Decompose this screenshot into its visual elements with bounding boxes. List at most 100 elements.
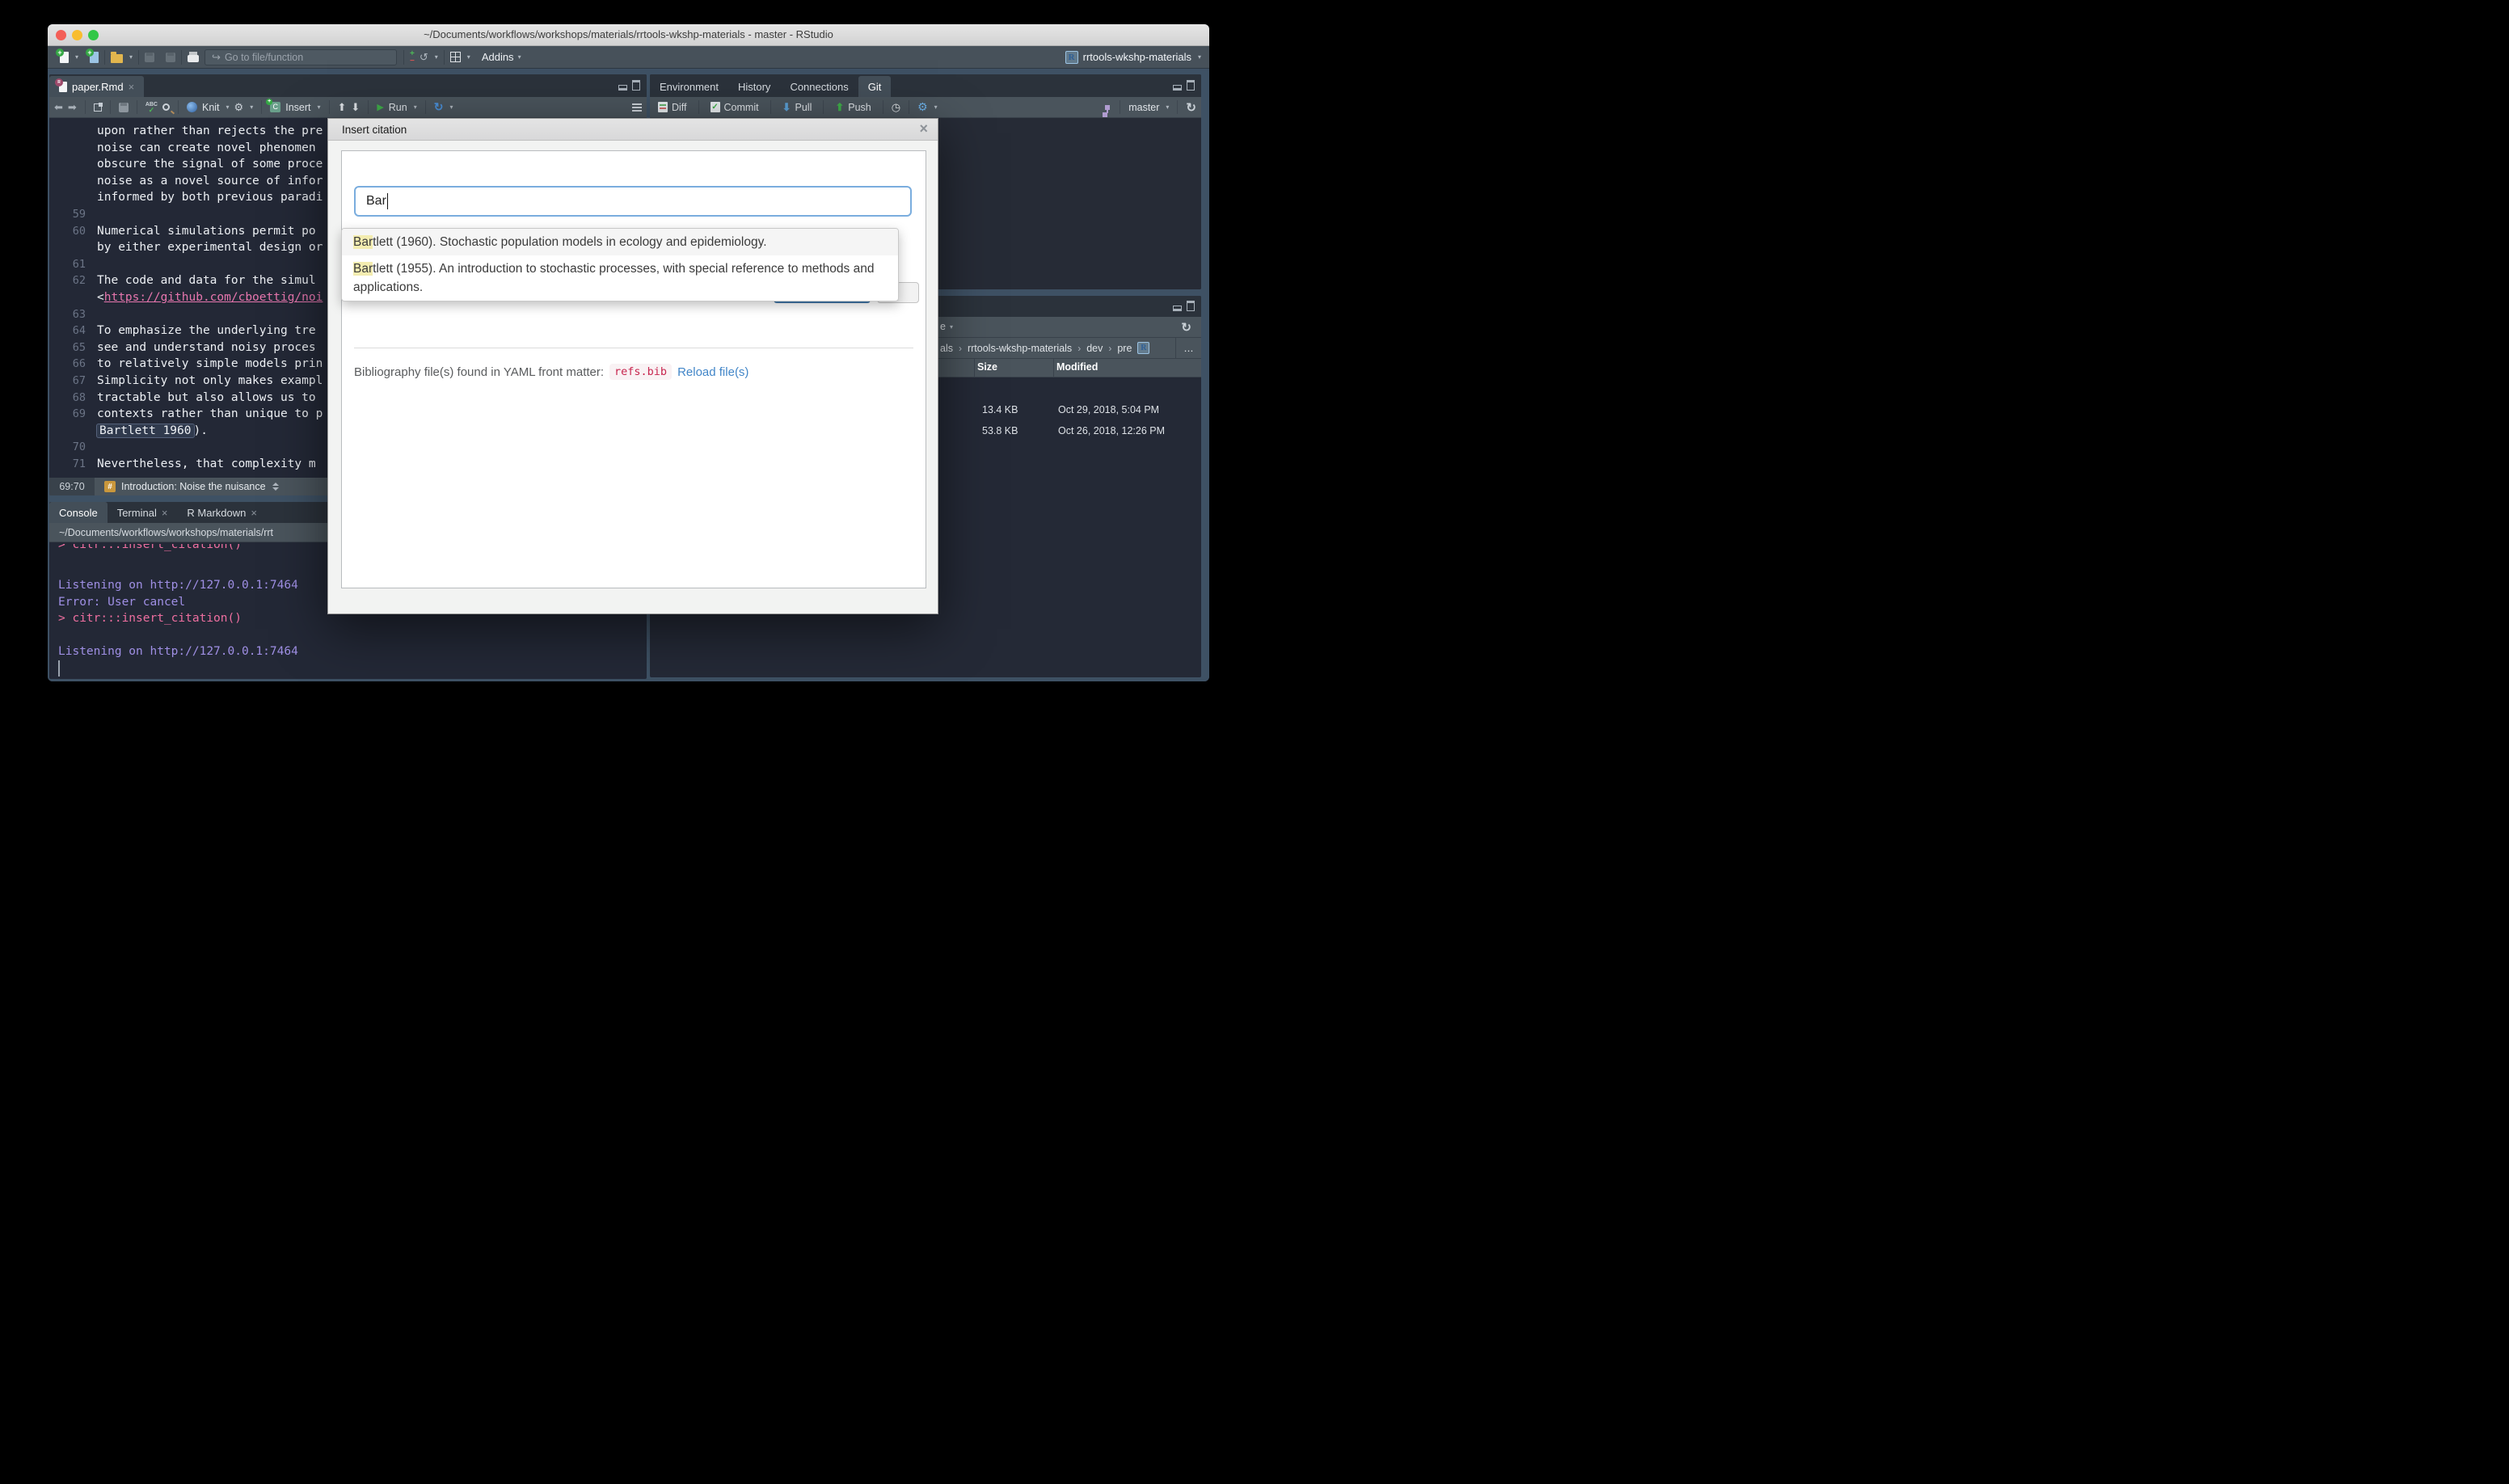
run-previous-icon[interactable]: ⬆: [338, 102, 347, 112]
url-link[interactable]: https://github.com/cboettig/noi: [104, 291, 323, 304]
chevron-down-icon: ▾: [950, 323, 953, 331]
spellcheck-icon[interactable]: ABC✓: [145, 103, 158, 112]
print-button[interactable]: [182, 46, 205, 68]
file-size: 53.8 KB: [982, 425, 1018, 436]
line-number: [49, 423, 91, 440]
tab-paper-rmd[interactable]: R paper.Rmd ×: [49, 76, 144, 97]
bibliography-row: Bibliography file(s) found in YAML front…: [354, 364, 748, 380]
breadcrumb-more-button[interactable]: …: [1175, 338, 1201, 358]
git-gear-icon[interactable]: ⚙: [917, 100, 928, 114]
selected-text: Bartlett 1960: [96, 424, 195, 438]
branch-icon: [1105, 105, 1110, 110]
run-next-icon[interactable]: ⬇: [351, 102, 360, 112]
breadcrumb-item[interactable]: dev: [1086, 343, 1103, 354]
goto-file-function-input[interactable]: ↪ Go to file/function: [205, 49, 397, 65]
column-header-modified[interactable]: Modified: [1056, 361, 1098, 373]
version-control-button[interactable]: +− ↺ ▾: [404, 46, 444, 68]
maximize-pane-icon[interactable]: [1187, 301, 1195, 311]
maximize-pane-icon[interactable]: [632, 80, 640, 91]
history-clock-icon[interactable]: ◷: [892, 101, 900, 114]
save-all-button[interactable]: [160, 46, 181, 68]
insert-button[interactable]: Insert: [285, 102, 310, 113]
commit-button[interactable]: ✓ Commit: [707, 102, 762, 113]
minimize-pane-icon[interactable]: [618, 85, 627, 91]
breadcrumb-item[interactable]: rrtools-wkshp-materials: [968, 343, 1072, 354]
chevron-down-icon[interactable]: ▾: [250, 103, 253, 111]
workspace-panes-button[interactable]: ▾: [445, 46, 476, 68]
insert-citation-dialog: Insert citation × Bar ✓ In parentheses B…: [327, 118, 938, 614]
rerun-icon[interactable]: ↻: [434, 100, 444, 114]
reload-files-link[interactable]: Reload file(s): [677, 365, 748, 379]
diff-button[interactable]: Diff: [655, 102, 690, 113]
insert-chunk-icon: C+: [270, 102, 280, 112]
forward-icon[interactable]: ➡: [68, 101, 77, 114]
chevron-down-icon[interactable]: ▾: [1166, 103, 1169, 111]
column-header-size[interactable]: Size: [977, 361, 997, 373]
line-number: 71: [49, 456, 91, 473]
file-modified: Oct 26, 2018, 12:26 PM: [1058, 425, 1165, 436]
breadcrumb-item[interactable]: pre: [1117, 343, 1132, 354]
chevron-down-icon[interactable]: ▾: [226, 103, 230, 111]
breadcrumb-item[interactable]: als: [940, 343, 953, 354]
popout-icon[interactable]: [94, 103, 102, 112]
citation-search-input[interactable]: Bar: [354, 186, 912, 217]
chevron-down-icon[interactable]: ▾: [449, 103, 453, 111]
outline-section-label[interactable]: Introduction: Noise the nuisance: [121, 481, 266, 492]
maximize-pane-icon[interactable]: [1187, 80, 1195, 91]
citation-suggestion[interactable]: Bartlett (1955). An introduction to stoc…: [342, 255, 898, 301]
open-file-button[interactable]: ▾: [105, 46, 138, 68]
knit-button[interactable]: Knit: [202, 102, 220, 113]
window-title: ~/Documents/workflows/workshops/material…: [48, 28, 1209, 40]
line-number: [49, 239, 91, 256]
console-line: [58, 627, 647, 644]
close-icon[interactable]: ×: [919, 120, 928, 137]
print-icon: [188, 55, 199, 62]
panes-grid-icon: [450, 52, 461, 62]
citation-suggestion[interactable]: Bartlett (1960). Stochastic population m…: [342, 229, 898, 255]
pane-tab[interactable]: Connections: [780, 76, 858, 97]
console-tab[interactable]: Terminal ×: [108, 502, 178, 523]
save-button[interactable]: [139, 46, 160, 68]
chevron-down-icon[interactable]: ▾: [934, 103, 938, 111]
files-toolbar-fragment[interactable]: e ▾: [940, 321, 953, 332]
pull-button[interactable]: ⬇ Pull: [779, 101, 816, 114]
branch-selector[interactable]: master: [1128, 102, 1159, 113]
save-icon: [145, 53, 154, 62]
line-number: 60: [49, 223, 91, 240]
chevron-down-icon[interactable]: ▾: [317, 103, 320, 111]
git-pane-tabbar: Environment History Connections Git: [650, 74, 1201, 97]
knit-icon: [187, 102, 197, 112]
section-spinner-icon[interactable]: [272, 483, 279, 491]
close-icon[interactable]: ×: [162, 507, 168, 519]
document-outline-icon[interactable]: [632, 103, 642, 112]
new-project-button[interactable]: +: [84, 46, 104, 68]
pane-tab[interactable]: History: [728, 76, 780, 97]
console-tab[interactable]: Console: [49, 502, 108, 523]
close-icon[interactable]: ×: [251, 507, 257, 519]
file-size: 13.4 KB: [982, 404, 1018, 415]
chevron-down-icon[interactable]: ▾: [414, 103, 417, 111]
new-file-button[interactable]: + ▾: [54, 46, 84, 68]
refresh-icon[interactable]: ↻: [1181, 320, 1191, 335]
open-folder-icon: [111, 54, 123, 63]
addins-menu[interactable]: Addins ▾: [476, 46, 527, 68]
close-icon[interactable]: ×: [129, 81, 135, 93]
back-icon[interactable]: ⬅: [54, 101, 63, 114]
search-input-value: Bar: [366, 194, 386, 209]
save-icon[interactable]: [119, 103, 129, 112]
pane-tab[interactable]: Git: [858, 76, 892, 97]
project-selector[interactable]: R rrtools-wkshp-materials ▾: [1065, 51, 1201, 64]
chevron-down-icon: ▾: [75, 53, 78, 61]
push-button[interactable]: ⬆ Push: [832, 101, 874, 114]
run-button[interactable]: Run: [389, 102, 407, 113]
console-tab[interactable]: R Markdown ×: [177, 502, 267, 523]
search-icon[interactable]: [162, 103, 170, 111]
gear-icon[interactable]: ⚙: [234, 102, 244, 112]
pane-tab[interactable]: Environment: [650, 76, 728, 97]
line-number: 61: [49, 256, 91, 273]
line-number: [49, 289, 91, 306]
minimize-pane-icon[interactable]: [1173, 306, 1182, 311]
minimize-pane-icon[interactable]: [1173, 85, 1182, 91]
refresh-icon[interactable]: ↻: [1186, 100, 1196, 115]
line-number: 70: [49, 439, 91, 456]
